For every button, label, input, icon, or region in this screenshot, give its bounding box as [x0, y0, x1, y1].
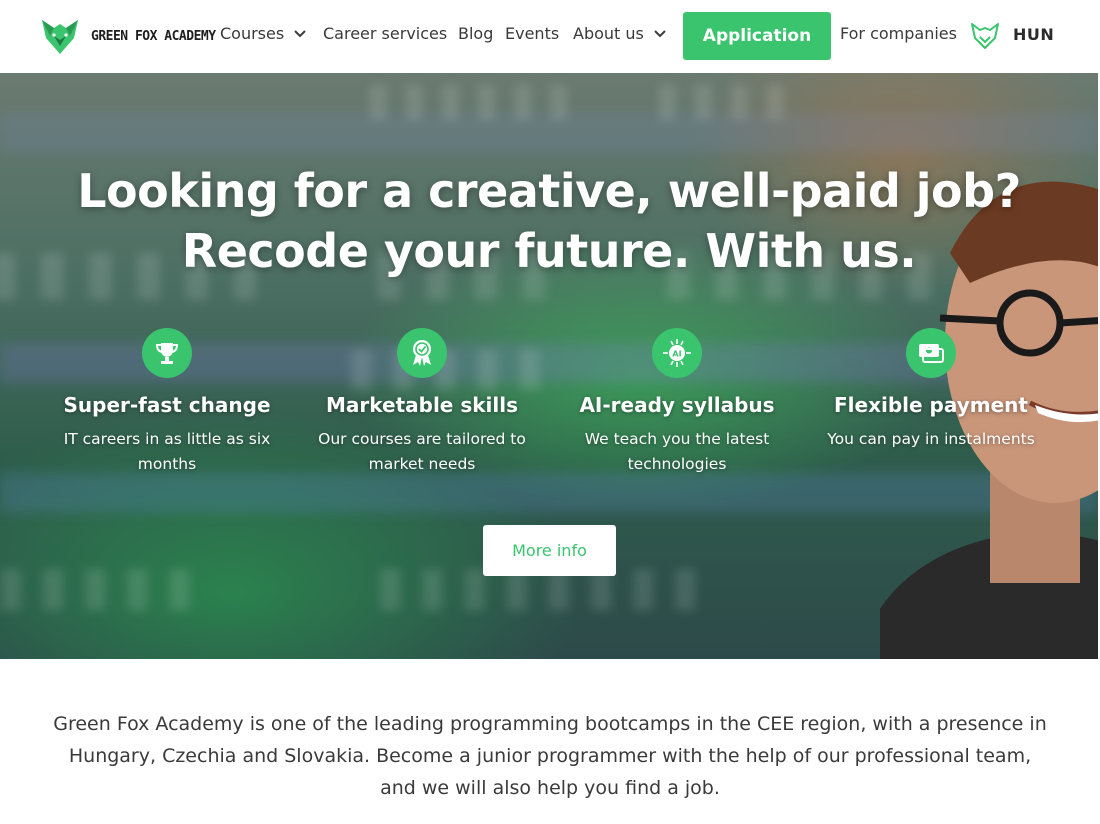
- feature-title: Flexible payment: [834, 393, 1028, 417]
- feature-super-fast-change: Super-fast change IT careers in as littl…: [52, 328, 282, 477]
- intro-paragraph: Green Fox Academy is one of the leading …: [53, 713, 1047, 799]
- more-info-button[interactable]: More info: [483, 525, 616, 576]
- feature-title: Marketable skills: [325, 393, 519, 417]
- feature-title: AI-ready syllabus: [579, 393, 775, 417]
- feature-description: You can pay in instalments: [827, 430, 1035, 448]
- hero-title: Looking for a creative, well-paid job? R…: [0, 161, 1098, 281]
- logo-text: GREEN FOX ACADEMY: [91, 28, 216, 44]
- money-icon: [906, 328, 956, 378]
- fox-outline-icon[interactable]: [970, 22, 1000, 50]
- trophy-icon: [142, 328, 192, 378]
- nav-courses[interactable]: Courses: [220, 24, 306, 43]
- feature-description: Our courses are tailored to market needs: [318, 430, 526, 473]
- nav-about-us-label: About us: [573, 24, 644, 43]
- feature-marketable-skills: Marketable skills Our courses are tailor…: [307, 328, 537, 477]
- ai-chip-icon: AI: [652, 328, 702, 378]
- nav-about-us[interactable]: About us: [573, 24, 666, 43]
- logo[interactable]: GREEN FOX ACADEMY: [40, 16, 216, 56]
- feature-ai-ready-syllabus: AI AI-ready syllabus We teach you the la…: [562, 328, 792, 477]
- feature-title: Super-fast change: [63, 393, 271, 417]
- nav-career-services[interactable]: Career services: [323, 24, 447, 43]
- application-button[interactable]: Application: [683, 12, 831, 60]
- nav-blog[interactable]: Blog: [458, 24, 493, 43]
- hero-title-line2: Recode your future. With us.: [181, 224, 917, 278]
- chevron-down-icon: [654, 29, 666, 37]
- feature-description: IT careers in as little as six months: [63, 430, 271, 473]
- svg-text:AI: AI: [672, 350, 681, 359]
- language-switch[interactable]: HUN: [1013, 25, 1054, 44]
- nav-for-companies[interactable]: For companies: [840, 24, 957, 43]
- top-navbar: GREEN FOX ACADEMY Courses Career service…: [0, 0, 1100, 73]
- chevron-down-icon: [294, 29, 306, 37]
- hero-banner: ▮▮▮▮▮▮ ▮▮▮▮ ▮▮▮▮▮▮ ▮▮▮▮ ▮▮▮▮▮▮ ▮▮▮▮▮ ▮▮▮…: [0, 73, 1098, 659]
- background-code-text: ▮▮▮▮▮▮ ▮▮▮▮: [360, 73, 794, 133]
- feature-flexible-payment: Flexible payment You can pay in instalme…: [816, 328, 1046, 452]
- feature-description: We teach you the latest technologies: [584, 430, 770, 473]
- nav-courses-label: Courses: [220, 24, 285, 43]
- fox-logo-icon: [42, 20, 78, 54]
- nav-events[interactable]: Events: [505, 24, 559, 43]
- hero-title-line1: Looking for a creative, well-paid job?: [77, 164, 1021, 218]
- award-ribbon-icon: [397, 328, 447, 378]
